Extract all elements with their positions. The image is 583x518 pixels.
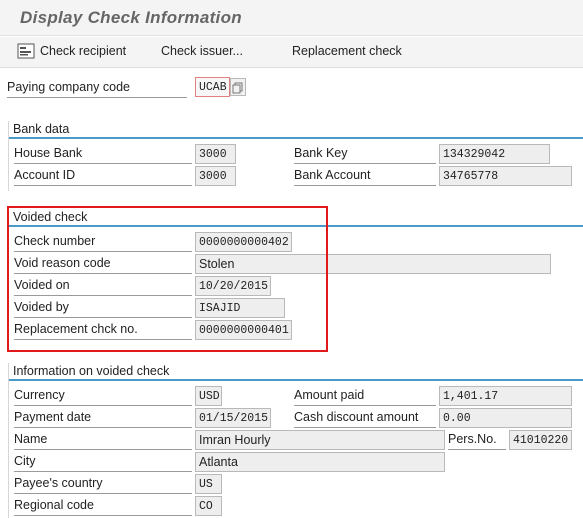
cash-discount-label: Cash discount amount [294, 408, 436, 428]
bank-key-field[interactable]: 134329042 [439, 144, 550, 164]
regional-code-label: Regional code [14, 496, 192, 516]
replacement-check-button[interactable]: Replacement check [292, 44, 402, 58]
payment-date-field[interactable]: 01/15/2015 [195, 408, 271, 428]
application-toolbar: Check recipient Check issuer... Replacem… [0, 37, 583, 68]
paying-company-code-field[interactable]: UCAB [195, 77, 230, 97]
bank-data-header: Bank data [9, 121, 583, 139]
page-title: Display Check Information [20, 8, 242, 27]
city-label: City [14, 452, 192, 472]
check-issuer-button[interactable]: Check issuer... [161, 44, 243, 58]
bank-data-title: Bank data [13, 122, 70, 136]
bank-key-label: Bank Key [294, 144, 436, 164]
title-bar: Display Check Information [0, 0, 583, 36]
account-id-label: Account ID [14, 166, 192, 186]
pers-no-field[interactable]: 41010220 [509, 430, 572, 450]
house-bank-field[interactable]: 3000 [195, 144, 236, 164]
city-field[interactable]: Atlanta [195, 452, 445, 472]
check-recipient-button[interactable]: Check recipient [40, 44, 126, 58]
payee-country-field[interactable]: US [195, 474, 222, 494]
name-field[interactable]: Imran Hourly [195, 430, 445, 450]
check-recipient-icon[interactable] [17, 43, 35, 59]
amount-paid-label: Amount paid [294, 386, 436, 406]
value-help-icon[interactable] [230, 78, 246, 96]
account-id-field[interactable]: 3000 [195, 166, 236, 186]
info-voided-check-title: Information on voided check [13, 364, 170, 378]
amount-paid-field[interactable]: 1,401.17 [439, 386, 572, 406]
highlight-box [7, 206, 328, 352]
house-bank-label: House Bank [14, 144, 192, 164]
bank-account-field[interactable]: 34765778 [439, 166, 572, 186]
bank-account-label: Bank Account [294, 166, 436, 186]
currency-field[interactable]: USD [195, 386, 222, 406]
regional-code-field[interactable]: CO [195, 496, 222, 516]
payment-date-label: Payment date [14, 408, 192, 428]
cash-discount-field[interactable]: 0.00 [439, 408, 572, 428]
pers-no-label: Pers.No. [448, 430, 506, 450]
payee-country-label: Payee's country [14, 474, 192, 494]
info-voided-check-header: Information on voided check [9, 363, 583, 381]
currency-label: Currency [14, 386, 192, 406]
name-label: Name [14, 430, 192, 450]
paying-company-code-label: Paying company code [7, 78, 187, 98]
